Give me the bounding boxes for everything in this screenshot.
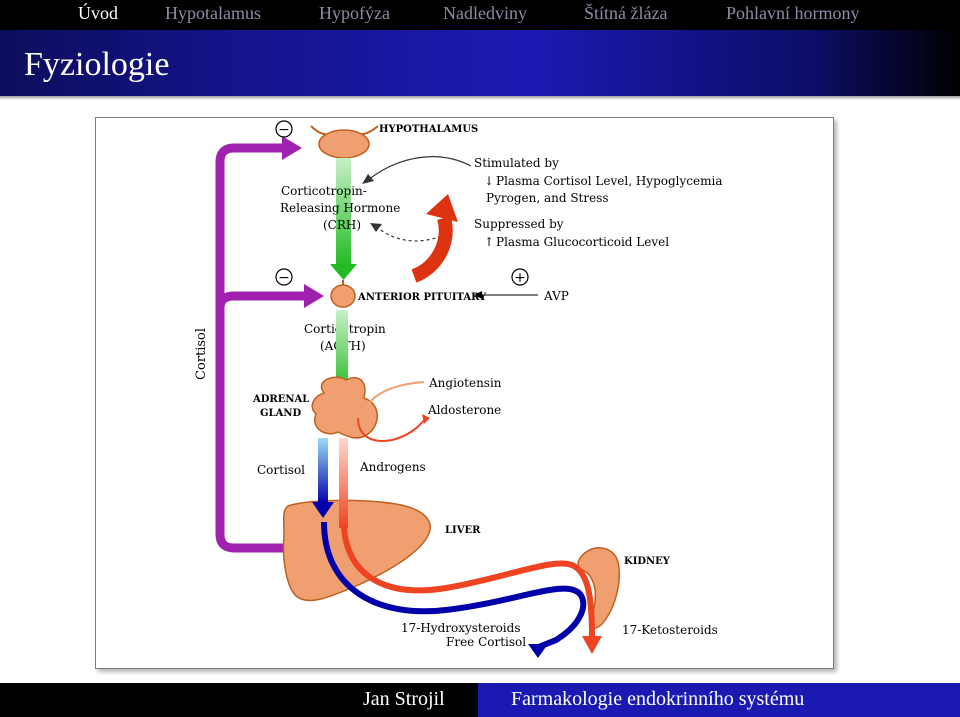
- minus-sign-upper: −: [275, 120, 293, 138]
- ketosteroids-label: 17-Ketosteroids: [622, 623, 718, 637]
- stimulus-line-2: Pyrogen, and Stress: [486, 191, 609, 205]
- nav-item-hypotalamus[interactable]: Hypotalamus: [165, 3, 261, 24]
- liver-organ: [282, 499, 431, 602]
- hypothalamus-label: HYPOTHALAMUS: [379, 124, 478, 135]
- suppressed-by-label: Suppressed by: [474, 217, 564, 231]
- diagram-frame: − − HYPOTHALAMUS Corticotropin- Releasin…: [95, 117, 834, 669]
- suppressor-line-1: Plasma Glucocorticoid Level: [496, 235, 669, 249]
- red-curved-arrow: [411, 194, 458, 283]
- crh-label-line-1: Corticotropin-: [281, 184, 367, 198]
- angiotensin-label: Angiotensin: [428, 376, 502, 390]
- up-arrow-glyph: ↑: [484, 235, 494, 249]
- kidney-organ: [577, 547, 620, 629]
- top-navigation: Úvod Hypotalamus Hypofýza Nadledviny Ští…: [0, 0, 960, 30]
- avp-label: AVP: [543, 289, 569, 303]
- stimulated-by-label: Stimulated by: [474, 156, 559, 170]
- svg-text:−: −: [278, 122, 290, 138]
- crh-label-line-2: Releasing Hormone: [280, 201, 400, 215]
- crh-label-line-3: (CRH): [323, 218, 361, 232]
- footer-author: Jan Strojil: [363, 688, 445, 710]
- nav-item-hypofyza[interactable]: Hypofýza: [319, 3, 390, 24]
- title-bar: Fyziologie: [0, 30, 960, 96]
- footer: Jan Strojil Farmakologie endokrinního sy…: [0, 683, 960, 717]
- anterior-pituitary-organ: [330, 280, 356, 308]
- footer-author-panel: Jan Strojil: [0, 683, 478, 717]
- plus-sign: +: [511, 268, 529, 286]
- adrenal-gland-organ: [311, 376, 378, 439]
- nav-item-stitna-zlaza[interactable]: Štítná žláza: [584, 3, 667, 24]
- slide-title: Fyziologie: [24, 46, 170, 83]
- nav-item-uvod[interactable]: Úvod: [78, 3, 118, 24]
- svg-text:+: +: [514, 270, 526, 286]
- title-shadow: [0, 96, 960, 100]
- aldosterone-label: Aldosterone: [427, 403, 501, 417]
- adrenal-label-line-2: GLAND: [260, 408, 301, 419]
- liver-label: LIVER: [445, 525, 481, 536]
- hpa-axis-diagram: − − HYPOTHALAMUS Corticotropin- Releasin…: [194, 120, 722, 658]
- anterior-pituitary-label: ANTERIOR PITUITARY: [357, 292, 487, 303]
- hydroxysteroids-label: 17-Hydroxysteroids: [401, 621, 520, 635]
- minus-sign-lower: −: [275, 268, 293, 286]
- down-arrow-glyph: ↓: [484, 174, 494, 188]
- footer-course: Farmakologie endokrinního systému: [511, 688, 805, 710]
- cortisol-label: Cortisol: [257, 463, 305, 477]
- nav-item-pohlavni-hormony[interactable]: Pohlavní hormony: [726, 3, 860, 24]
- cortisol-vertical-label: Cortisol: [194, 328, 209, 380]
- free-cortisol-label: Free Cortisol: [446, 635, 526, 649]
- adrenal-label-line-1: ADRENAL: [252, 394, 309, 405]
- androgens-label: Androgens: [359, 460, 426, 474]
- kidney-label: KIDNEY: [624, 556, 671, 567]
- footer-course-panel: Farmakologie endokrinního systému: [478, 683, 960, 717]
- nav-item-nadledviny[interactable]: Nadledviny: [443, 3, 527, 24]
- hypothalamus-organ: [310, 125, 379, 159]
- svg-text:−: −: [278, 270, 290, 286]
- stimulus-line-1: Plasma Cortisol Level, Hypoglycemia: [496, 174, 722, 188]
